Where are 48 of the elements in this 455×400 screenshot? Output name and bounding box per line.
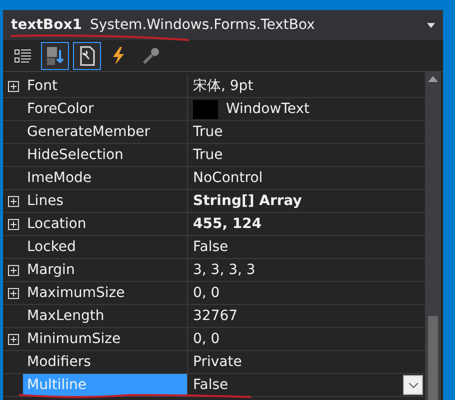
expand-icon[interactable] — [8, 196, 18, 206]
property-name[interactable]: Margin — [23, 259, 188, 281]
property-value: 32767 — [193, 306, 238, 326]
scroll-thumb[interactable] — [428, 316, 438, 400]
property-name[interactable]: Location — [23, 213, 188, 235]
object-type: System.Windows.Forms.TextBox — [90, 16, 315, 34]
property-name[interactable]: Locked — [23, 236, 188, 258]
scrollbar[interactable] — [425, 72, 441, 400]
property-value: WindowText — [226, 100, 310, 118]
object-selector[interactable]: textBox1 System.Windows.Forms.TextBox — [3, 10, 443, 40]
property-value: False — [193, 376, 228, 394]
property-name[interactable]: HideSelection — [23, 144, 188, 166]
expand-icon[interactable] — [8, 334, 18, 344]
property-value: 3, 3, 3, 3 — [193, 260, 256, 280]
property-value: True — [193, 122, 223, 142]
wrench-icon — [141, 46, 161, 66]
chevron-down-icon — [408, 382, 418, 388]
object-name: textBox1 — [11, 16, 82, 34]
property-name[interactable]: Lines — [23, 190, 188, 212]
dropdown-button[interactable] — [403, 375, 423, 395]
toolbar-button[interactable] — [73, 42, 101, 70]
expand-icon[interactable] — [8, 218, 18, 230]
property-value: 455, 124 — [193, 214, 262, 234]
property-name[interactable]: MaxLength — [23, 305, 188, 327]
expand-icon[interactable] — [8, 288, 18, 298]
property-value: False — [193, 238, 228, 256]
property-value: 0, 0 — [193, 284, 220, 302]
property-name[interactable]: MaximumSize — [23, 282, 188, 304]
scroll-up-icon — [428, 76, 438, 82]
expand-icon[interactable] — [8, 264, 18, 276]
expand-icon[interactable] — [8, 80, 18, 92]
property-name[interactable]: MinimumSize — [23, 328, 188, 350]
property-name[interactable]: GenerateMember — [23, 121, 188, 143]
sort-icon — [45, 46, 65, 66]
property-value: String[] Array — [193, 192, 302, 210]
list-icon — [14, 48, 32, 64]
property-value: 0, 0 — [193, 330, 220, 348]
property-value: NoControl — [193, 168, 263, 188]
property-name[interactable]: ImeMode — [23, 167, 188, 189]
dropdown-arrow-icon — [427, 22, 435, 28]
property-value: True — [193, 146, 223, 164]
property-name[interactable]: ForeColor — [23, 98, 188, 120]
property-value: 宋体, 9pt — [193, 76, 254, 96]
property-value: Private — [193, 352, 242, 372]
property-name[interactable]: Font — [23, 75, 188, 97]
property-name[interactable]: Modifiers — [23, 351, 188, 373]
lightning-icon — [111, 46, 127, 66]
toolbar-button[interactable] — [41, 42, 69, 70]
